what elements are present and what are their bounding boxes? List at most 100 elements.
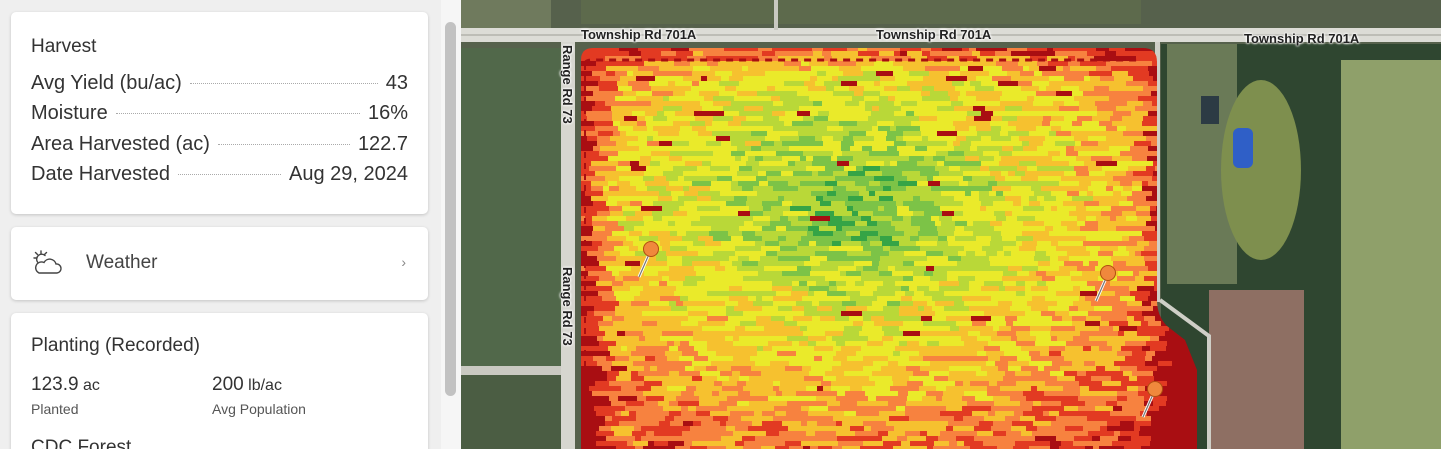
yield-cell [784,296,803,302]
yield-cell [840,271,847,277]
yield-cell [788,426,809,432]
yield-cell [1116,226,1129,232]
yield-cell [1116,416,1137,422]
yield-cell [845,201,861,207]
yield-cell [976,236,992,242]
yield-cell [1032,221,1045,227]
yield-cell [856,351,870,357]
yield-cell [1020,71,1029,77]
scrollbar-thumb[interactable] [445,22,456,396]
yield-cell [837,181,856,187]
yield-cell [843,136,854,142]
yield-cell [895,226,912,232]
yield-cell [814,296,835,302]
yield-cell [660,161,675,167]
yield-cell [701,296,710,302]
yield-cell [813,391,823,397]
yield-cell [901,256,912,262]
yield-cell [713,96,735,102]
yield-cell [680,216,695,222]
yield-cell [1027,96,1035,102]
yield-cell [899,241,917,247]
yield-cell [1118,246,1127,252]
yield-cell [625,261,641,267]
yield-cell [609,206,623,212]
yield-cell [829,286,838,292]
yield-cell [975,376,986,382]
yield-cell [1078,306,1095,312]
yield-cell [800,381,822,387]
yield-cell [850,146,863,152]
yield-cell [850,66,862,72]
yield-cell [981,201,994,207]
yield-cell [1008,391,1024,397]
yield-cell [882,211,898,217]
yield-cell [846,281,856,287]
yield-cell [856,266,864,272]
yield-cell [697,166,711,172]
yield-cell [672,86,692,92]
yield-cell [1046,86,1062,92]
yield-cell [945,261,958,267]
yield-cell [638,136,648,142]
yield-cell [636,311,643,317]
yield-cell [808,226,820,232]
yield-cell [936,151,949,157]
yield-cell [972,51,981,57]
yield-cell [918,311,936,317]
yield-cell [615,356,630,362]
yield-cell [1111,376,1121,382]
yield-cell [941,196,955,202]
yield-cell [826,71,844,77]
yield-cell [635,341,643,347]
yield-cell [938,361,959,367]
yield-cell [1093,191,1114,197]
yield-cell [1107,181,1121,187]
yield-cell [828,116,849,122]
yield-cell [792,121,808,127]
yield-cell [699,211,718,217]
yield-cell [975,251,987,257]
yield-cell [609,381,629,387]
yield-cell [705,111,725,117]
yield-cell [654,176,667,182]
yield-cell [1030,116,1044,122]
yield-cell [617,201,631,207]
yield-map[interactable]: Township Rd 701A Township Rd 701A Townsh… [461,0,1441,449]
yield-cell [903,136,923,142]
yield-cell [709,376,718,382]
yield-cell [677,231,687,237]
yield-cell [850,346,862,352]
yield-cell [634,176,644,182]
yield-cell [1109,321,1129,327]
yield-cell [1001,156,1015,162]
yield-cell [920,226,938,232]
yield-cell [921,186,932,192]
yield-cell [587,416,606,422]
yield-cell [984,436,996,442]
yield-cell [906,111,915,117]
yield-cell [960,286,970,292]
yield-cell [786,236,802,242]
yield-cell [679,206,698,212]
yield-cell [930,361,939,367]
yield-cell [1126,81,1141,87]
yield-cell [726,421,736,427]
yield-cell [1066,156,1077,162]
weather-row[interactable]: Weather › [11,227,428,300]
yield-cell [789,146,806,152]
yield-cell [826,336,833,342]
yield-cell [581,336,598,342]
yield-cell [678,316,689,322]
yield-cell [919,351,935,357]
yield-cell [627,441,634,447]
yield-cell [608,406,626,412]
yield-cell [712,206,721,212]
yield-cell [869,376,879,382]
yield-cell [649,321,658,327]
yield-cell [1126,216,1138,222]
yield-cell [888,321,904,327]
yield-cell [621,411,630,417]
yield-cell [1020,91,1027,97]
yield-cell [669,266,685,272]
